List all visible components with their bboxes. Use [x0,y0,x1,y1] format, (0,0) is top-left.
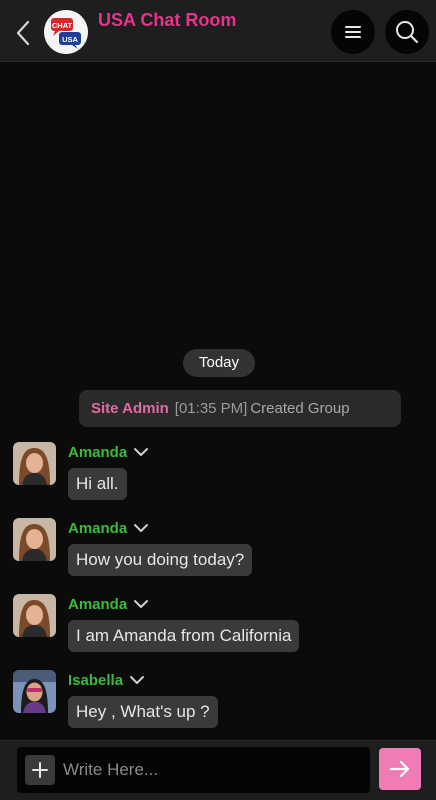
sender-menu[interactable]: Amanda [68,442,149,462]
message-input[interactable] [63,755,359,785]
message-item: Isabella Hey , What's up ? [0,670,436,742]
sender-name[interactable]: Amanda [68,444,127,461]
menu-button[interactable] [331,10,375,54]
search-button[interactable] [385,10,429,54]
plus-icon [32,762,48,778]
chevron-down-icon[interactable] [133,523,149,533]
room-logo: CHAT USA [44,10,88,54]
system-sender[interactable]: Site Admin [91,400,169,417]
system-time: [01:35 PM] [174,400,248,417]
chat-app: CHAT USA USA Chat Room Today Site Admin … [0,0,436,800]
chat-usa-logo: CHAT USA [44,10,88,54]
svg-text:USA: USA [62,35,78,44]
chevron-down-icon[interactable] [133,599,149,609]
message-bubble[interactable]: How you doing today? [68,544,253,576]
sender-name[interactable]: Amanda [68,596,127,613]
message-input-wrapper [17,747,370,793]
avatar[interactable] [13,518,56,561]
user-avatar-image [13,594,56,637]
message-bubble[interactable]: Hi all. [68,468,127,500]
attach-button[interactable] [25,755,55,785]
send-button[interactable] [379,748,421,790]
message-item: Amanda I am Amanda from California [0,594,436,666]
room-title: USA Chat Room [98,10,237,30]
composer-bar [0,740,436,800]
chevron-down-icon[interactable] [129,675,145,685]
message-bubble[interactable]: Hey , What's up ? [68,696,218,728]
user-avatar-image [13,442,56,485]
avatar[interactable] [13,442,56,485]
arrow-right-icon [389,760,410,778]
chevron-down-icon[interactable] [133,447,149,457]
search-icon [396,21,419,44]
message-list[interactable]: Today Site Admin [01:35 PM] Created Group … [0,62,436,740]
system-message: Site Admin [01:35 PM] Created Group [79,390,401,427]
sender-menu[interactable]: Amanda [68,518,149,538]
chevron-left-icon [16,20,30,46]
date-divider: Today [183,349,255,377]
avatar[interactable] [13,670,56,713]
message-bubble[interactable]: I am Amanda from California [68,620,300,652]
sender-menu[interactable]: Amanda [68,594,149,614]
message-item: Amanda How you doing today? [0,518,436,590]
message-item: Amanda Hi all. [0,442,436,514]
system-text: Created Group [250,400,350,417]
avatar[interactable] [13,594,56,637]
sender-name[interactable]: Isabella [68,672,123,689]
sender-name[interactable]: Amanda [68,520,127,537]
back-button[interactable] [10,18,36,48]
hamburger-menu-icon [345,26,361,38]
user-avatar-image [13,670,56,713]
svg-text:CHAT: CHAT [52,21,73,30]
sender-menu[interactable]: Isabella [68,670,145,690]
header-bar: CHAT USA USA Chat Room [0,0,436,62]
user-avatar-image [13,518,56,561]
